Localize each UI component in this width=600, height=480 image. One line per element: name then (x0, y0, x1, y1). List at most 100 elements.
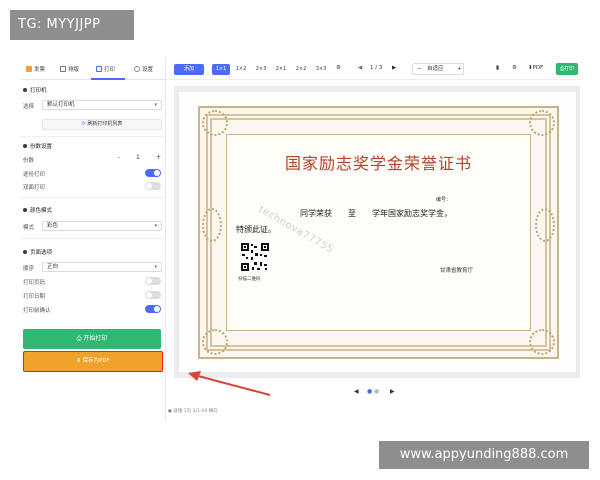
order-label: 顺序 (23, 266, 35, 272)
settings-icon[interactable]: ⚙ (512, 65, 517, 71)
grid-1x2-button[interactable]: 1×2 (232, 64, 250, 75)
zoom-control[interactable]: − 自适应 + (412, 63, 464, 75)
chevron-down-icon: ▾ (154, 223, 157, 229)
gear-icon[interactable]: ⚙ (336, 65, 341, 71)
grid-1x1-button[interactable]: 1×1 (212, 64, 230, 75)
screenshot-stage: 发票 排版 打印 设置 打印机 选择 默认打印机 ▾ ⟳ 刷新打印机列表 份数设置… (0, 0, 600, 480)
copies-section-title: 份数设置 (23, 142, 52, 150)
section-bullet-icon (23, 250, 27, 254)
corner-ornament (202, 329, 228, 355)
order-value: 正向 (47, 264, 59, 270)
color-mode-label: 模式 (23, 225, 35, 231)
side-ornament (202, 208, 222, 242)
toolbar-print-button[interactable]: ⎙打印 (556, 63, 578, 75)
page-options-title: 页面选项 (23, 248, 52, 256)
start-print-button[interactable]: ⎙ 开始打印 (23, 329, 161, 349)
certificate-issuer: 甘肃省教育厅 (440, 268, 474, 274)
preview-toolbar: 添加 1×1 1×2 2×3 2×1 2×2 3×3 ⚙ ◀ 1 / 3 ▶ −… (166, 58, 580, 80)
status-bar: ● 就绪 1页 1/1 A4 横向 (168, 409, 218, 414)
page-number-label: 打印页码 (23, 280, 46, 286)
page-dot-active[interactable]: ● (367, 388, 372, 395)
printer-section-title: 打印机 (23, 86, 47, 94)
color-section-title: 颜色模式 (23, 206, 52, 214)
tab-invoice[interactable]: 发票 (26, 65, 45, 73)
color-mode-value: 彩色 (47, 223, 59, 229)
corner-ornament (529, 329, 555, 355)
top-watermark-tag: TG: MYYJJPP (10, 10, 134, 40)
printer-select-label: 选择 (23, 104, 35, 110)
print-preview-area: 国家励志奖学金荣誉证书 编号： 同学荣获 至 学年国家励志奖学金， 特颁此证。 … (174, 86, 580, 378)
save-pdf-button[interactable]: ⬇ 保存为PDF (23, 351, 163, 372)
section-bullet-icon (23, 208, 27, 212)
invoice-icon (26, 66, 32, 72)
delete-icon[interactable]: ▮ (496, 65, 499, 71)
color-mode-select[interactable]: 彩色 ▾ (42, 221, 162, 231)
page-number-toggle[interactable] (145, 277, 161, 285)
certificate-title: 国家励志奖学金荣誉证书 (284, 154, 472, 173)
print-app-window: 发票 排版 打印 设置 打印机 选择 默认打印机 ▾ ⟳ 刷新打印机列表 份数设置… (20, 58, 580, 420)
divider (20, 197, 166, 198)
tab-layout[interactable]: 排版 (60, 65, 79, 73)
active-tab-indicator (91, 78, 125, 80)
certificate-text-line2: 特颁此证。 (236, 225, 276, 234)
chevron-down-icon: ▾ (154, 264, 157, 270)
certificate: 国家励志奖学金荣誉证书 编号： 同学荣获 至 学年国家励志奖学金， 特颁此证。 … (198, 106, 559, 359)
collate-toggle[interactable] (145, 169, 161, 177)
print-settings-panel: 发票 排版 打印 设置 打印机 选择 默认打印机 ▾ ⟳ 刷新打印机列表 份数设置… (20, 58, 166, 420)
certificate-text-line1: 同学荣获 至 学年国家励志奖学金， (300, 209, 452, 218)
duplex-label: 双面打印 (23, 185, 46, 191)
side-ornament (535, 208, 555, 242)
layout-icon (60, 66, 66, 72)
certificate-number-label: 编号： (436, 197, 452, 203)
increment-button[interactable]: + (156, 154, 161, 161)
settings-icon (134, 66, 140, 72)
qr-code (240, 242, 270, 272)
refresh-printers-button[interactable]: ⟳ 刷新打印机列表 (42, 119, 162, 130)
next-page-button[interactable]: ▶ (390, 388, 395, 395)
prev-page-button[interactable]: ◀ (354, 388, 359, 395)
zoom-out-button[interactable]: − (417, 64, 422, 74)
confirm-toggle[interactable] (145, 305, 161, 313)
section-bullet-icon (23, 88, 27, 92)
confirm-label: 打印前确认 (23, 308, 51, 314)
corner-ornament (529, 110, 555, 136)
page-dot[interactable]: ● (374, 388, 379, 395)
print-date-toggle[interactable] (145, 291, 161, 299)
grid-3x3-button[interactable]: 3×3 (312, 64, 330, 75)
copies-stepper[interactable]: - 1 + (118, 154, 162, 164)
tab-settings[interactable]: 设置 (134, 65, 153, 73)
pdf-export-button[interactable]: ⬇PDF (528, 65, 543, 71)
tab-print[interactable]: 打印 (96, 65, 115, 73)
grid-2x2-button[interactable]: 2×2 (292, 64, 310, 75)
divider (20, 136, 166, 137)
printer-icon (96, 66, 102, 72)
copies-label: 份数 (23, 158, 35, 164)
page-indicator: 1 / 3 (370, 65, 383, 71)
panel-tabs: 发票 排版 打印 设置 (20, 58, 166, 80)
printer-select[interactable]: 默认打印机 ▾ (42, 100, 162, 110)
section-bullet-icon (23, 144, 27, 148)
divider (20, 238, 166, 239)
print-date-label: 打印日期 (23, 294, 46, 300)
tab-label: 设置 (142, 67, 154, 73)
copies-value[interactable]: 1 (136, 154, 140, 161)
prev-page-icon[interactable]: ◀ (358, 65, 362, 71)
bottom-url-tag: www.appyunding888.com (379, 441, 589, 469)
decrement-button[interactable]: - (118, 154, 120, 161)
qr-code-label: 扫描二维码 (238, 277, 261, 282)
preview-page: 国家励志奖学金荣誉证书 编号： 同学荣获 至 学年国家励志奖学金， 特颁此证。 … (179, 92, 576, 372)
grid-2x1-button[interactable]: 2×1 (272, 64, 290, 75)
zoom-in-button[interactable]: + (457, 64, 462, 74)
zoom-label: 自适应 (427, 66, 444, 72)
tab-label: 发票 (34, 67, 46, 73)
chevron-down-icon: ▾ (154, 102, 157, 108)
corner-ornament (202, 110, 228, 136)
order-select[interactable]: 正向 ▾ (42, 262, 162, 272)
preview-pager: ◀ ● ● ▶ (174, 388, 580, 400)
next-page-icon[interactable]: ▶ (392, 65, 396, 71)
printer-select-value: 默认打印机 (47, 102, 75, 108)
collate-label: 逐份打印 (23, 172, 46, 178)
add-button[interactable]: 添加 (174, 64, 204, 75)
grid-2x3-button[interactable]: 2×3 (252, 64, 270, 75)
duplex-toggle[interactable] (145, 182, 161, 190)
